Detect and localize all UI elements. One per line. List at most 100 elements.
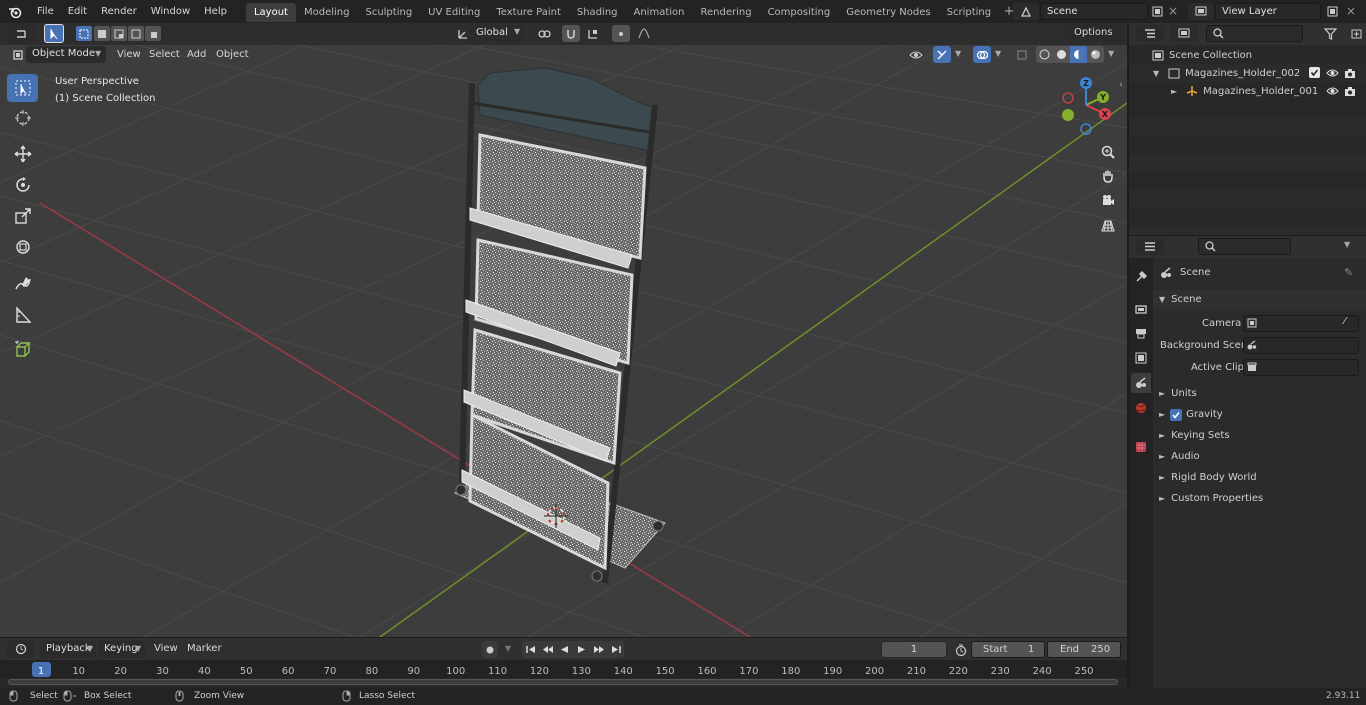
timeline-scrollbar[interactable]	[8, 679, 1118, 685]
panel-keying-sets[interactable]: ► Keying Sets	[1153, 425, 1366, 446]
tab-scripting[interactable]: Scripting	[939, 3, 999, 22]
select-mode-invert-icon[interactable]	[128, 26, 144, 41]
tab-layout[interactable]: Layout	[245, 2, 296, 22]
shading-rendered-icon[interactable]	[1087, 46, 1104, 63]
select-mode-subtract-icon[interactable]	[111, 26, 127, 41]
render-tab-icon[interactable]	[1131, 299, 1151, 319]
shading-chevron-down-icon[interactable]: ▼	[1108, 49, 1114, 58]
tab-shading[interactable]: Shading	[569, 3, 626, 22]
output-tab-icon[interactable]	[1131, 323, 1151, 343]
select-mode-intersect-icon[interactable]	[145, 26, 161, 41]
tab-animation[interactable]: Animation	[626, 3, 693, 22]
delete-view-layer-icon[interactable]: ×	[1346, 4, 1356, 18]
overlays-chevron-down-icon[interactable]: ▼	[995, 49, 1001, 58]
new-view-layer-icon[interactable]	[1323, 3, 1341, 20]
xray-toggle-icon[interactable]	[1013, 46, 1031, 63]
overlays-toggle-icon[interactable]	[973, 46, 991, 63]
tool-transform[interactable]	[7, 233, 38, 261]
menu-file[interactable]: File	[30, 0, 61, 23]
menu-edit[interactable]: Edit	[61, 0, 94, 23]
tab-texture-paint[interactable]: Texture Paint	[488, 3, 569, 22]
gizmo-toggle-icon[interactable]	[933, 46, 951, 63]
proportional-editing-icon[interactable]	[612, 25, 630, 42]
viewport[interactable]	[0, 23, 1127, 637]
menu-help[interactable]: Help	[197, 0, 234, 23]
tool-add-cube[interactable]	[7, 336, 38, 364]
world-tab-icon[interactable]	[1131, 398, 1151, 418]
pin-icon[interactable]: ✎	[1344, 266, 1353, 279]
shading-wireframe-icon[interactable]	[1036, 46, 1053, 63]
current-frame-field[interactable]: 1	[881, 641, 947, 658]
falloff-icon[interactable]	[632, 25, 656, 42]
blender-logo-icon[interactable]	[0, 0, 30, 23]
timeline-editor-type-icon[interactable]	[7, 640, 35, 658]
tool-rotate[interactable]	[7, 171, 38, 199]
properties-options-chevron-icon[interactable]: ▼	[1344, 240, 1350, 249]
select-tool-icon[interactable]	[44, 24, 64, 43]
view-layer-icon[interactable]	[1188, 3, 1214, 20]
filter-icon[interactable]	[1316, 25, 1344, 42]
scene-panel-header[interactable]: ▼ Scene	[1153, 290, 1366, 309]
scene-field[interactable]: Scene	[1040, 3, 1148, 20]
tab-sculpting[interactable]: Sculpting	[357, 3, 420, 22]
scene-tab-icon[interactable]	[1131, 373, 1151, 393]
jump-start-icon[interactable]	[522, 641, 539, 658]
magazine-holder-model[interactable]	[453, 67, 666, 584]
eye-icon[interactable]	[1325, 84, 1339, 98]
play-reverse-icon[interactable]	[556, 641, 573, 658]
tool-tab-icon[interactable]	[1131, 267, 1151, 287]
options-button[interactable]: Options	[1066, 25, 1124, 42]
exclude-checkbox[interactable]	[1309, 67, 1320, 78]
tool-cursor[interactable]	[7, 104, 38, 132]
scene-icon[interactable]	[1013, 3, 1039, 20]
snap-icon[interactable]	[562, 25, 580, 42]
texture-tab-icon[interactable]	[1131, 437, 1151, 457]
navigation-gizmo[interactable]: X Y Z	[1058, 75, 1118, 137]
jump-keyframe-back-icon[interactable]	[539, 641, 556, 658]
gizmo-chevron-down-icon[interactable]: ▼	[955, 49, 961, 58]
record-keyframe-icon[interactable]	[482, 641, 498, 658]
jump-keyframe-forward-icon[interactable]	[590, 641, 607, 658]
menu-render[interactable]: Render	[94, 0, 144, 23]
view-layer-tab-icon[interactable]	[1131, 348, 1151, 368]
camera-view-icon[interactable]	[1097, 191, 1119, 211]
active-clip-field[interactable]	[1243, 359, 1359, 376]
panel-custom-properties[interactable]: ► Custom Properties	[1153, 488, 1366, 509]
tool-measure[interactable]	[7, 301, 38, 329]
panel-audio[interactable]: ► Audio	[1153, 446, 1366, 467]
sidebar-toggle-icon[interactable]: ‹	[1119, 80, 1123, 90]
tab-rendering[interactable]: Rendering	[692, 3, 759, 22]
panel-units[interactable]: ► Units	[1153, 383, 1366, 404]
camera-render-icon[interactable]	[1343, 84, 1357, 98]
outliner-editor-type-icon[interactable]	[1136, 25, 1164, 42]
expand-chevron-right-icon[interactable]: ►	[1171, 87, 1177, 96]
tool-move[interactable]	[7, 140, 38, 168]
snap-target-icon[interactable]	[582, 25, 606, 42]
tab-modeling[interactable]: Modeling	[296, 3, 358, 22]
tool-select-box[interactable]	[7, 74, 38, 102]
tab-geometry-nodes[interactable]: Geometry Nodes	[838, 3, 938, 22]
preview-range-icon[interactable]	[953, 641, 969, 658]
select-mode-new-icon[interactable]	[76, 26, 92, 41]
tool-annotate[interactable]	[7, 270, 38, 298]
tab-uv-editing[interactable]: UV Editing	[420, 3, 488, 22]
outliner-row-scene-collection[interactable]: Scene Collection	[1129, 46, 1366, 64]
object-mode-select[interactable]: Object Mode	[26, 46, 106, 63]
eyedropper-icon[interactable]: ⁄	[1344, 316, 1346, 327]
new-scene-icon[interactable]	[1148, 3, 1166, 20]
display-mode-icon[interactable]	[1170, 25, 1198, 42]
tab-compositing[interactable]: Compositing	[760, 3, 839, 22]
auto-keying-chevron-icon[interactable]: ▼	[505, 644, 511, 653]
shading-solid-icon[interactable]	[1053, 46, 1070, 63]
zoom-icon[interactable]	[1097, 142, 1119, 162]
select-mode-extend-icon[interactable]	[94, 26, 110, 41]
pivot-point-icon[interactable]	[532, 25, 556, 42]
gravity-checkbox[interactable]	[1170, 408, 1183, 421]
eye-icon[interactable]	[1325, 66, 1339, 80]
view-layer-field[interactable]: View Layer	[1215, 3, 1321, 20]
menu-object[interactable]: Object	[209, 43, 256, 66]
properties-editor-type-icon[interactable]	[1136, 238, 1164, 255]
delete-scene-icon[interactable]: ×	[1168, 4, 1178, 18]
play-icon[interactable]	[573, 641, 590, 658]
camera-field[interactable]	[1243, 315, 1359, 332]
